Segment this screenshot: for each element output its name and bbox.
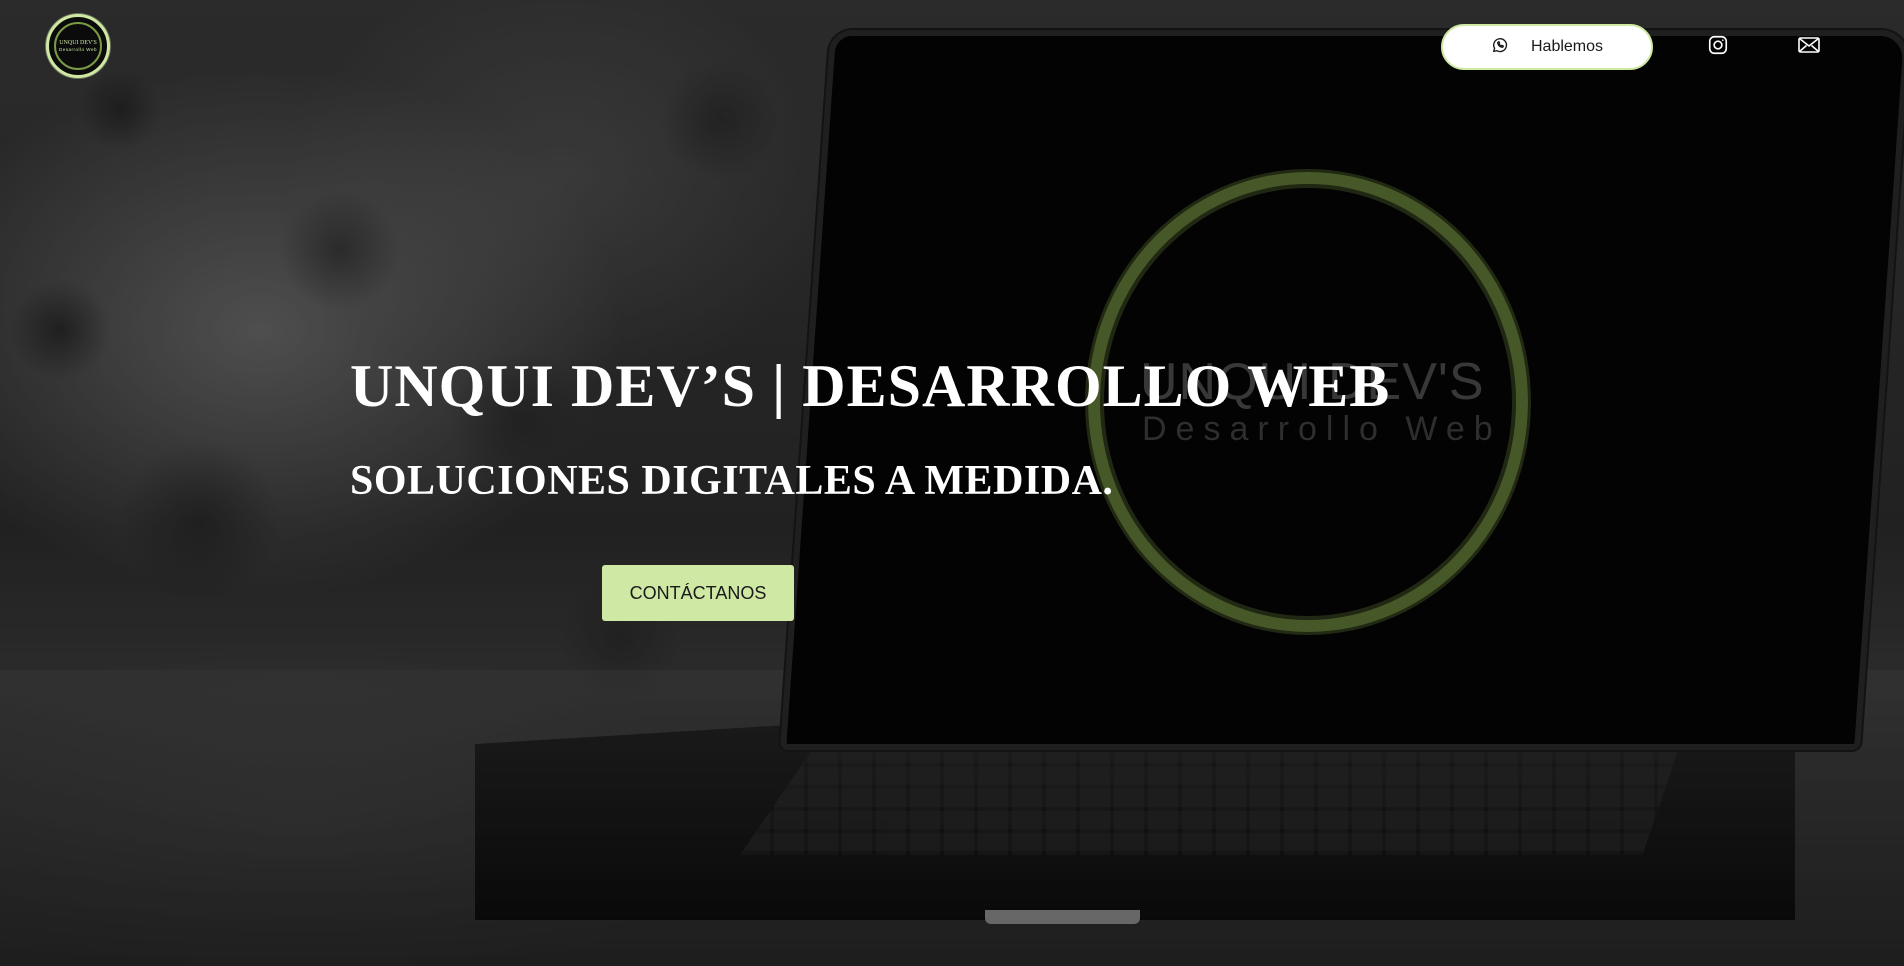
whatsapp-icon (1491, 36, 1509, 59)
site-logo[interactable]: UNQUI DEV'S Desarrollo Web (46, 14, 110, 78)
contactanos-button[interactable]: CONTÁCTANOS (602, 565, 794, 621)
hero-subtitle: SOLUCIONES DIGITALES A MEDIDA. (350, 458, 1114, 504)
instagram-icon[interactable] (1703, 30, 1733, 60)
logo-title: UNQUI DEV'S (59, 39, 97, 46)
hablemos-button[interactable]: Hablemos (1441, 24, 1653, 70)
logo-subtitle: Desarrollo Web (59, 46, 97, 52)
hero-title: UNQUI DEV’S | DESARROLLO WEB (350, 353, 1391, 419)
hablemos-label: Hablemos (1530, 38, 1604, 55)
mail-icon[interactable] (1794, 30, 1824, 60)
